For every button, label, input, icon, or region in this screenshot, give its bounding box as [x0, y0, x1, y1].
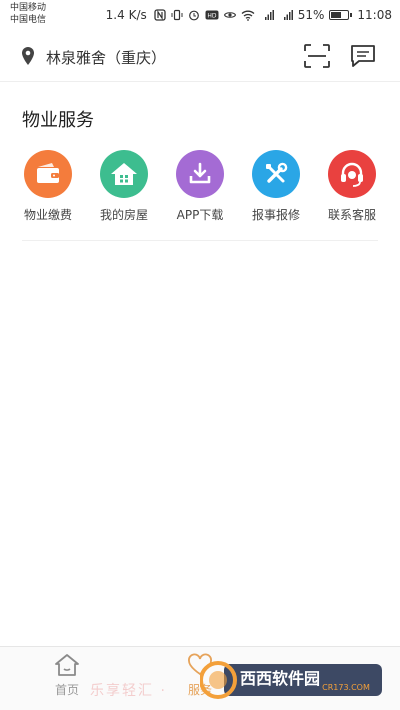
- signal-4g-icon: [264, 10, 274, 20]
- service-report-repair[interactable]: 报事报修: [240, 150, 312, 223]
- clock: 11:08: [357, 8, 392, 22]
- service-app-download[interactable]: APP下载: [164, 150, 236, 223]
- service-my-house[interactable]: 我的房屋: [88, 150, 160, 223]
- section-divider: [22, 240, 378, 241]
- wifi-icon: [241, 10, 255, 21]
- service-label: 联系客服: [327, 208, 376, 222]
- watermark-text: 乐享轻汇 ·: [90, 683, 167, 699]
- nav-label: 首页: [54, 683, 79, 697]
- watermark-url: CR173.COM: [322, 683, 370, 692]
- download-icon: [176, 150, 224, 198]
- status-indicators: 1.4 K/s HD 51% 11:08: [106, 6, 392, 24]
- status-bar: 中国移动 中国电信 1.4 K/s HD 51% 11:08: [0, 0, 400, 32]
- service-contact-support[interactable]: 联系客服: [316, 150, 388, 223]
- location-pin-icon[interactable]: [20, 46, 36, 66]
- service-label: 报事报修: [251, 208, 300, 222]
- eye-icon: [223, 12, 236, 18]
- service-property-payment[interactable]: 物业缴费: [12, 150, 84, 223]
- watermark-logo: 西西软件园 CR173.COM: [200, 661, 382, 699]
- headset-icon: [328, 150, 376, 198]
- battery-percent: 51%: [297, 8, 325, 22]
- message-icon[interactable]: [349, 42, 377, 70]
- scan-icon[interactable]: [303, 43, 331, 69]
- section-title: 物业服务: [22, 110, 94, 131]
- house-icon: [100, 150, 148, 198]
- carrier-1: 中国移动: [10, 3, 47, 13]
- wallet-icon: [24, 150, 72, 198]
- service-label: APP下载: [176, 208, 224, 222]
- location-selector[interactable]: 林泉雅舍（重庆）: [46, 47, 166, 68]
- nfc-icon: [154, 9, 166, 21]
- vibrate-icon: [171, 9, 183, 21]
- carrier-info: 中国移动 中国电信: [10, 2, 46, 26]
- signal-2g-icon: [283, 10, 293, 20]
- tools-icon: [252, 150, 300, 198]
- alarm-icon: [188, 10, 199, 21]
- watermark-brand: 西西软件园: [240, 669, 320, 688]
- home-icon: [55, 654, 79, 676]
- carrier-2: 中国电信: [10, 15, 47, 25]
- network-speed: 1.4 K/s: [105, 8, 147, 22]
- service-grid: 物业缴费 我的房屋 APP下载 报事报修 联系客服: [12, 150, 388, 223]
- svg-text:HD: HD: [207, 13, 217, 20]
- service-label: 物业缴费: [23, 208, 72, 222]
- service-label: 我的房屋: [99, 208, 148, 222]
- header: 林泉雅舍（重庆）: [0, 32, 400, 82]
- hd-icon: HD: [205, 10, 219, 20]
- battery-icon: [329, 10, 353, 20]
